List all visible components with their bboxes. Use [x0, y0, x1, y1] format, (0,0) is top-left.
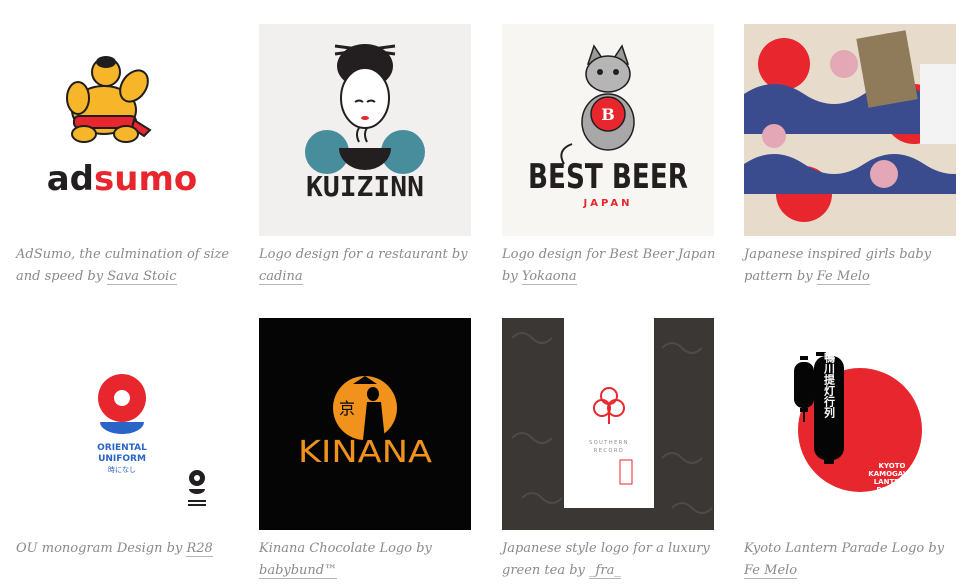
card-caption: Kyoto Lantern Parade Logo by Fe Melo — [744, 541, 945, 579]
logo-thumbnail[interactable]: 京都鴨川提灯行列 KYOTO KAMOGAWA LANTERN PARADE — [744, 318, 956, 530]
lantern-text: LANTERN — [874, 478, 911, 486]
logo-thumbnail[interactable]: 京 KINANA — [259, 318, 471, 530]
author-link[interactable]: _fra_ — [589, 563, 621, 579]
uniform-text: UNIFORM — [98, 454, 146, 464]
logo-thumbnail[interactable]: SOUTHERN RECORD — [502, 318, 714, 530]
best-beer-wordmark: BEST BEER — [528, 157, 688, 197]
pattern-photo[interactable] — [744, 24, 956, 236]
adsumo-wordmark: adsumo — [47, 159, 198, 199]
card-caption: OU monogram Design by R28 — [16, 541, 213, 557]
logo-thumbnail[interactable]: adsumo — [16, 24, 228, 236]
kyoto-text: KYOTO — [879, 462, 906, 470]
author-link[interactable]: R28 — [186, 541, 213, 557]
card-caption: Japanese style logo for a luxury green t… — [502, 541, 710, 579]
ou-small-mark-icon — [188, 470, 206, 506]
baby-pattern-image — [744, 24, 956, 236]
jp-text: 時になし — [108, 466, 136, 474]
author-link[interactable]: babybund™ — [259, 563, 338, 579]
logo-thumbnail[interactable]: ORIENTAL UNIFORM 時になし — [16, 318, 228, 530]
sumo-icon — [66, 56, 152, 143]
lantern-vertical-text: 京都鴨川提灯行列 — [823, 329, 837, 419]
author-link[interactable]: Fe Melo — [816, 269, 870, 285]
kinana-kanji: 京 — [339, 399, 355, 418]
card-caption: Logo design for Best Beer Japan by Yokao… — [502, 247, 716, 285]
parade-text: PARADE — [876, 486, 908, 494]
logo-thumbnail[interactable]: B BEST BEER JAPAN — [502, 24, 714, 236]
card-caption: Logo design for a restaurant by cadina — [259, 247, 468, 285]
geisha-bowl-icon — [305, 44, 425, 174]
card-caption: AdSumo, the culmination of size and spee… — [16, 247, 230, 285]
author-link[interactable]: Fe Melo — [744, 563, 798, 579]
card-caption: Kinana Chocolate Logo by babybund™ — [259, 541, 432, 579]
svg-text:B: B — [601, 105, 615, 124]
oriental-text: ORIENTAL — [97, 443, 147, 453]
author-link[interactable]: Yokaona — [521, 269, 577, 285]
card-caption: Japanese inspired girls baby pattern by … — [744, 247, 932, 285]
southern-text: SOUTHERN — [589, 440, 629, 446]
author-link[interactable]: Sava Stoic — [107, 269, 177, 285]
kamogawa-text: KAMOGAWA — [868, 470, 916, 478]
logo-thumbnail[interactable]: KUIZINN — [259, 24, 471, 236]
kinana-wordmark: KINANA — [298, 435, 433, 470]
ou-monogram-icon — [98, 374, 146, 434]
record-text: RECORD — [594, 448, 624, 454]
author-link[interactable]: cadina — [259, 269, 303, 285]
japan-subtitle: JAPAN — [583, 198, 633, 209]
lucky-cat-icon: B — [560, 44, 635, 165]
kuizinn-wordmark: KUIZINN — [306, 170, 424, 203]
